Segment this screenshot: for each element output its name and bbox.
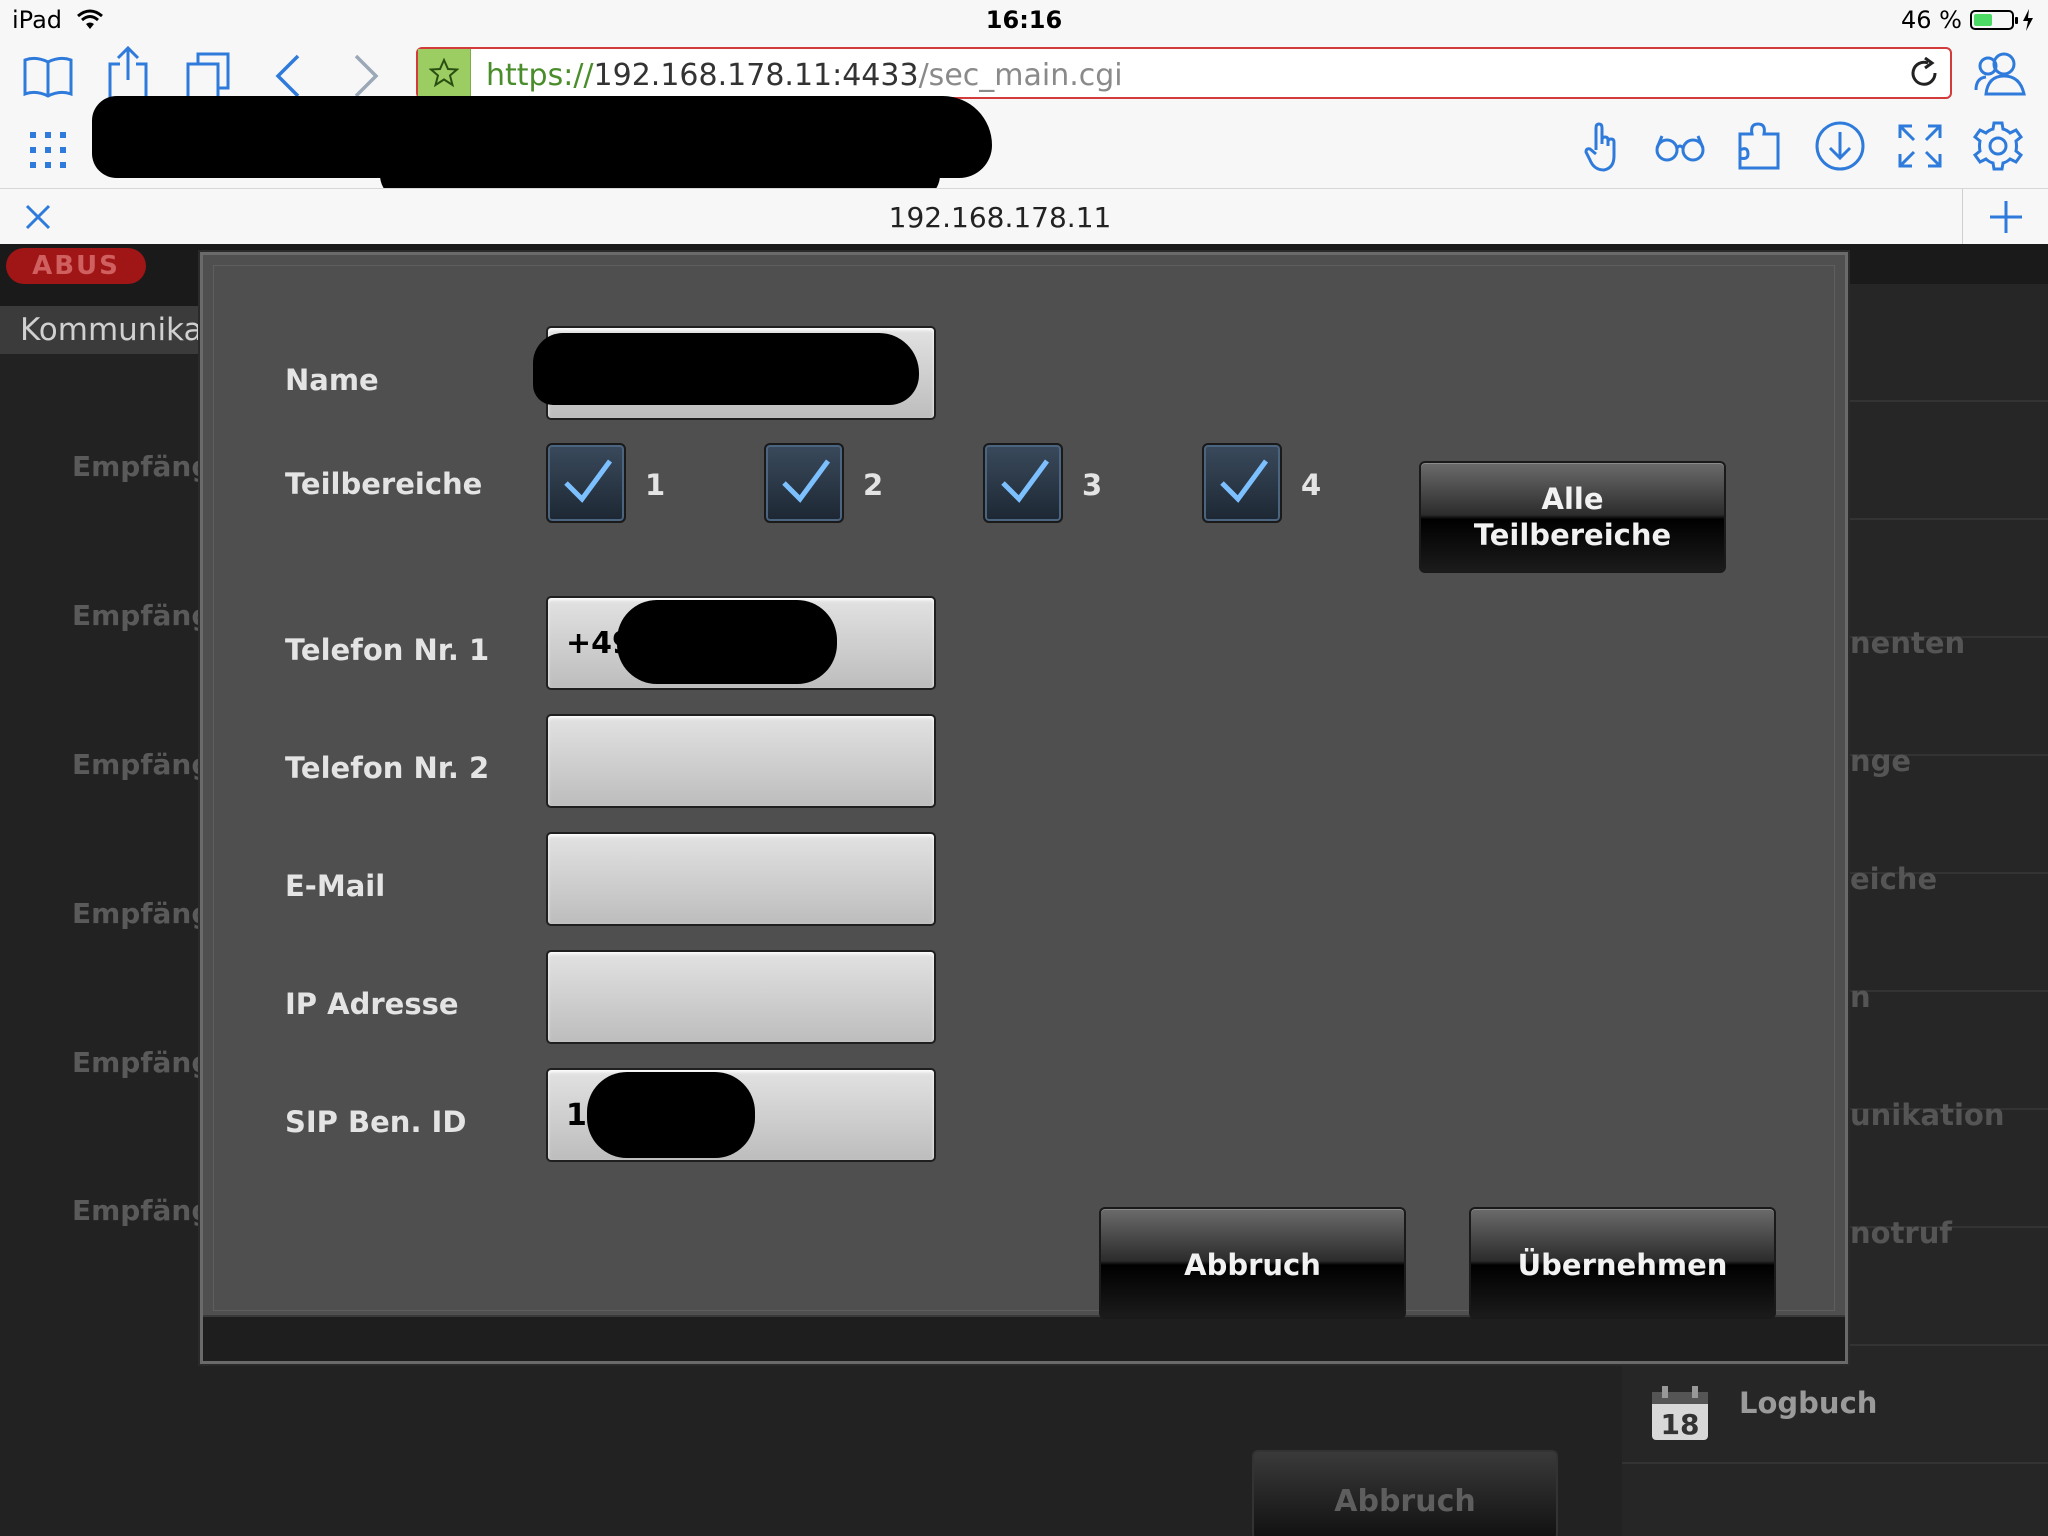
bookmark-star-icon[interactable]: [418, 49, 471, 97]
fullscreen-icon[interactable]: [1898, 124, 1942, 168]
area-checkbox-4[interactable]: [1202, 443, 1282, 523]
menu-label-inputs: nge: [1850, 744, 1912, 778]
reload-icon[interactable]: [1908, 56, 1940, 93]
ip-address-label: IP Adresse: [285, 987, 459, 1021]
tabs-icon[interactable]: [186, 52, 230, 100]
background-cancel-button[interactable]: Abbruch: [1252, 1450, 1558, 1536]
area-checkbox-1[interactable]: [546, 443, 626, 523]
redacted-sip-id: [587, 1072, 755, 1158]
battery-icon: [1970, 10, 2018, 30]
calendar-icon: 18: [1650, 1386, 1710, 1442]
receiver-row-2[interactable]: Empfäng: [72, 599, 211, 632]
menu-label-users: n: [1850, 980, 1871, 1014]
menu-label-communication: unikation: [1850, 1098, 2005, 1132]
cancel-button[interactable]: Abbruch: [1099, 1207, 1406, 1319]
phone2-label: Telefon Nr. 2: [285, 751, 490, 785]
address-bar[interactable]: https://192.168.178.11:4433/sec_main.cgi: [416, 47, 1952, 99]
receiver-row-5[interactable]: Empfäng: [72, 1046, 211, 1079]
area-label-2: 2: [863, 468, 884, 502]
ip-address-input[interactable]: [546, 950, 936, 1044]
reader-glasses-icon[interactable]: [1654, 132, 1706, 164]
clock: 16:16: [985, 6, 1063, 34]
url-text[interactable]: https://192.168.178.11:4433/sec_main.cgi: [486, 58, 1123, 93]
sip-user-id-label: SIP Ben. ID: [285, 1105, 467, 1139]
area-label-3: 3: [1082, 468, 1103, 502]
download-icon[interactable]: [1814, 120, 1866, 172]
redacted-name: [533, 333, 919, 405]
select-all-areas-button[interactable]: Alle Teilbereiche: [1419, 461, 1726, 573]
receiver-row-4[interactable]: Empfäng: [72, 897, 211, 930]
area-checkbox-2[interactable]: [764, 443, 844, 523]
phone1-label: Telefon Nr. 1: [285, 633, 490, 667]
email-input[interactable]: [546, 832, 936, 926]
name-label: Name: [285, 363, 379, 397]
extensions-puzzle-icon[interactable]: [1738, 120, 1782, 170]
receiver-row-1[interactable]: Empfäng: [72, 450, 211, 483]
recipient-dialog: Name Teilbereiche 1 2 3 4 Alle Teilberei…: [200, 252, 1848, 1364]
charging-icon: [2023, 9, 2033, 31]
menu-label-emergency: notruf: [1850, 1216, 1952, 1250]
apply-button[interactable]: Übernehmen: [1469, 1207, 1776, 1319]
areas-label: Teilbereiche: [285, 467, 483, 501]
forward-icon[interactable]: [352, 52, 382, 100]
accounts-icon[interactable]: [1974, 50, 2028, 96]
section-title: Kommunika: [0, 306, 210, 354]
back-icon[interactable]: [272, 52, 302, 100]
battery-percent: 46 %: [1901, 6, 1962, 34]
menu-label-areas: eiche: [1850, 862, 1938, 896]
touch-hand-icon[interactable]: [1584, 122, 1620, 172]
status-bar: iPad 16:16 46 %: [0, 0, 2048, 40]
apps-grid-icon[interactable]: [28, 130, 68, 170]
phone2-input[interactable]: [546, 714, 936, 808]
settings-gear-icon[interactable]: [1972, 120, 2024, 172]
share-icon[interactable]: [106, 46, 150, 100]
bookmarks-icon[interactable]: [22, 54, 74, 98]
calendar-day: 18: [1661, 1408, 1700, 1441]
email-label: E-Mail: [285, 869, 386, 903]
redacted-phone1: [617, 600, 837, 684]
area-label-4: 4: [1301, 468, 1322, 502]
logbook-label: Logbuch: [1739, 1386, 1878, 1420]
receiver-row-3[interactable]: Empfäng: [72, 748, 211, 781]
area-checkbox-3[interactable]: [983, 443, 1063, 523]
tab-title[interactable]: 192.168.178.11: [0, 201, 2000, 234]
menu-label-components: nenten: [1850, 626, 1966, 660]
new-tab-plus-icon[interactable]: [1988, 199, 2024, 235]
abus-logo: ABUS: [6, 248, 146, 284]
area-label-1: 1: [645, 468, 666, 502]
receiver-row-6[interactable]: Empfäng: [72, 1194, 211, 1227]
tab-bar: 192.168.178.11: [0, 188, 2048, 245]
